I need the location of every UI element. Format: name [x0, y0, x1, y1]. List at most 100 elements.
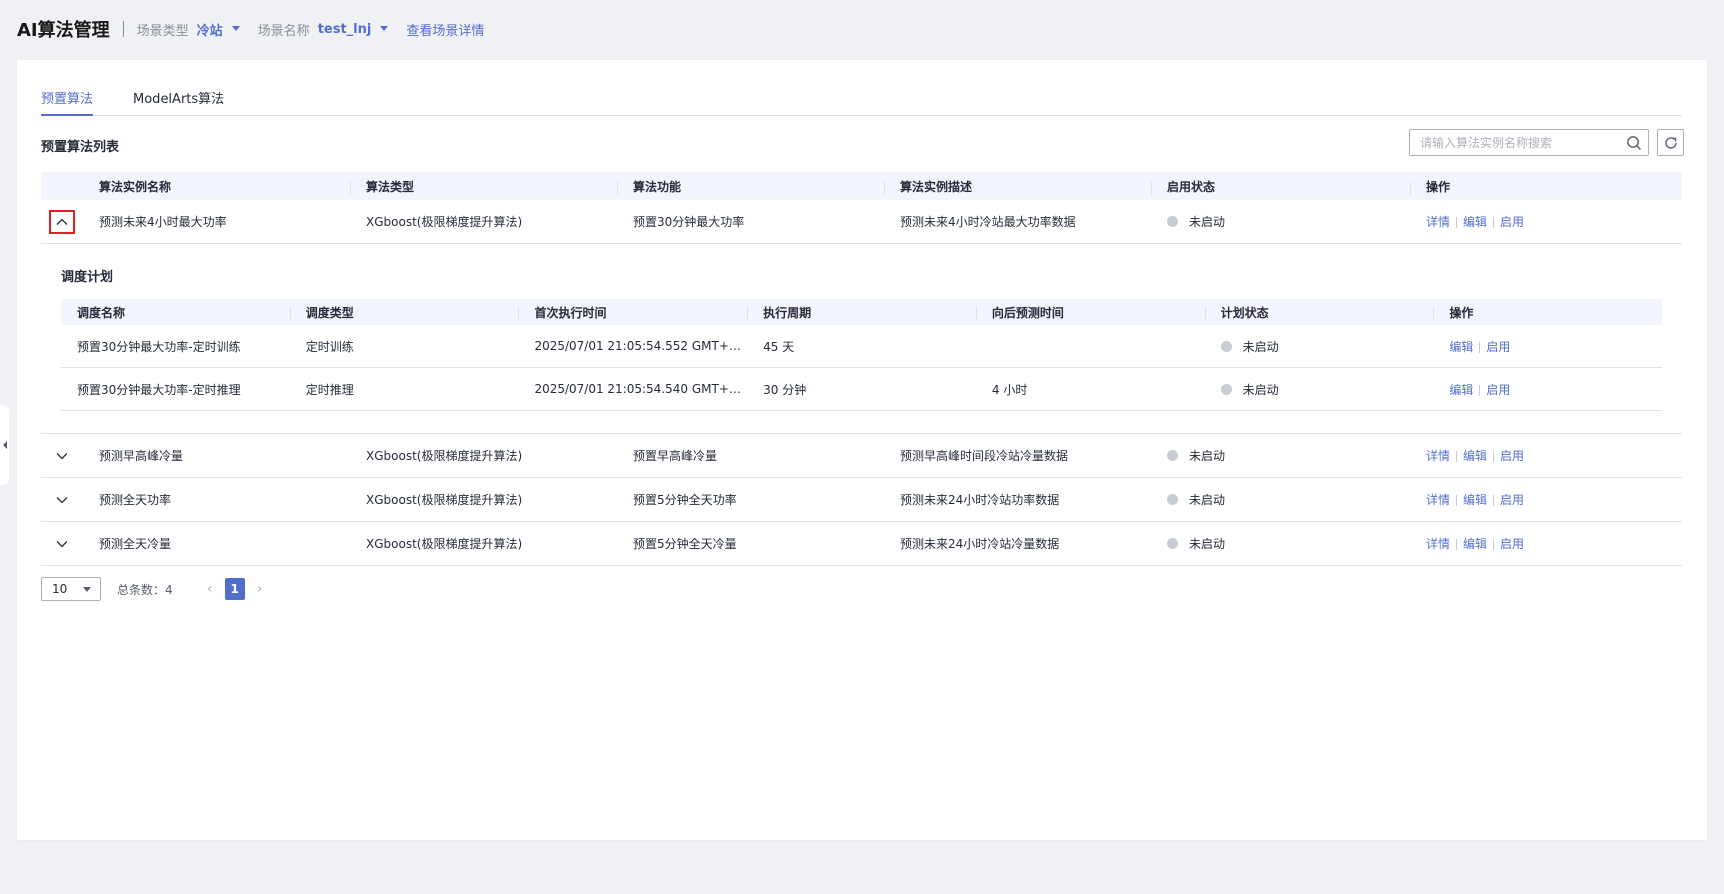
algorithm-function: 预置早高峰冷量 — [633, 449, 718, 463]
enable-link[interactable]: 启用 — [1500, 449, 1524, 463]
edit-link[interactable]: 编辑 — [1449, 383, 1473, 397]
operations-cell: 详情 编辑 启用 — [1410, 535, 1682, 552]
enable-link[interactable]: 启用 — [1500, 215, 1524, 229]
table-row: 预测全天冷量 XGboost(极限梯度提升算法) 预置5分钟全天冷量 预测未来2… — [41, 522, 1682, 566]
detail-link[interactable]: 详情 — [1426, 215, 1450, 229]
edit-link[interactable]: 编辑 — [1463, 215, 1487, 229]
table-row: 预测早高峰冷量 XGboost(极限梯度提升算法) 预置早高峰冷量 预测早高峰时… — [41, 434, 1682, 478]
column-header: 计划状态 — [1204, 304, 1434, 321]
algorithm-name: 预测未来4小时最大功率 — [99, 215, 227, 229]
column-header: 算法实例名称 — [99, 179, 172, 194]
status-text: 未启动 — [1242, 382, 1279, 397]
column-header: 操作 — [1410, 178, 1682, 195]
enable-link[interactable]: 启用 — [1500, 537, 1524, 551]
search-box — [1409, 129, 1649, 156]
schedule-table: 调度名称 调度类型 首次执行时间 执行周期 向后预测时间 计划状态 操作 预置3… — [61, 299, 1662, 411]
schedule-row: 预置30分钟最大功率-定时训练 定时训练 2025/07/01 21:05:54… — [61, 325, 1662, 368]
page-size-select[interactable]: 10 — [41, 577, 101, 601]
schedule-type: 定时推理 — [305, 382, 354, 397]
enable-link[interactable]: 启用 — [1486, 340, 1510, 354]
exec-period: 45 天 — [763, 339, 795, 354]
algorithm-type: XGboost(极限梯度提升算法) — [366, 537, 523, 551]
edit-link[interactable]: 编辑 — [1463, 493, 1487, 507]
pagination: 10 总条数：4 ‹ 1 › — [41, 577, 267, 601]
refresh-button[interactable] — [1657, 129, 1684, 156]
section-title: 预置算法列表 — [41, 140, 120, 155]
detail-link[interactable]: 详情 — [1426, 493, 1450, 507]
enable-link[interactable]: 启用 — [1486, 383, 1510, 397]
edit-link[interactable]: 编辑 — [1449, 340, 1473, 354]
detail-link[interactable]: 详情 — [1426, 537, 1450, 551]
algorithm-function: 预置5分钟全天功率 — [633, 493, 737, 507]
caret-left-icon — [2, 441, 7, 449]
table-row: 预测未来4小时最大功率 XGboost(极限梯度提升算法) 预置30分钟最大功率… — [41, 200, 1682, 244]
schedule-operations: 编辑 启用 — [1433, 381, 1662, 398]
expand-row-button[interactable] — [49, 532, 75, 556]
algorithm-type: XGboost(极限梯度提升算法) — [366, 493, 523, 507]
page-number-current[interactable]: 1 — [224, 578, 245, 600]
sidebar-collapse-handle[interactable] — [0, 405, 9, 485]
algorithm-name: 预测早高峰冷量 — [99, 449, 184, 463]
column-header: 算法类型 — [350, 178, 617, 195]
main-card: 预置算法 ModelArts算法 预置算法列表 算法实例名称 算法类型 算法功能… — [17, 60, 1707, 840]
first-exec-time: 2025/07/01 21:05:54.540 GMT+08... — [534, 382, 748, 396]
column-header: 操作 — [1433, 304, 1662, 321]
predict-time: 4 小时 — [991, 382, 1028, 397]
algorithm-table: 算法实例名称 算法类型 算法功能 算法实例描述 启用状态 操作 预测未来4小时最… — [41, 172, 1682, 566]
page-title: AI算法管理 — [17, 20, 110, 41]
page-header: AI算法管理 场景类型 冷站 场景名称 test_lnj 查看场景详情 — [17, 14, 484, 44]
column-header: 执行周期 — [747, 304, 976, 321]
schedule-name: 预置30分钟最大功率-定时训练 — [77, 339, 241, 354]
expand-row-button[interactable] — [49, 444, 75, 468]
algorithm-description: 预测未来4小时冷站最大功率数据 — [900, 215, 1076, 229]
column-header: 调度类型 — [289, 304, 519, 321]
status-cell: 未启动 — [1151, 213, 1410, 230]
chevron-down-icon — [56, 496, 68, 503]
schedule-operations: 编辑 启用 — [1433, 338, 1662, 355]
algorithm-name: 预测全天冷量 — [99, 537, 172, 551]
status-cell: 未启动 — [1151, 535, 1410, 552]
prev-page-icon[interactable]: ‹ — [203, 581, 217, 597]
scene-type-select[interactable]: 冷站 — [197, 20, 223, 39]
search-input[interactable] — [1420, 135, 1616, 150]
collapse-row-button[interactable] — [49, 209, 75, 234]
operations-cell: 详情 编辑 启用 — [1410, 491, 1682, 508]
edit-link[interactable]: 编辑 — [1463, 537, 1487, 551]
column-header: 算法功能 — [617, 178, 884, 195]
status-dot — [1167, 538, 1178, 549]
column-header: 调度名称 — [77, 305, 126, 320]
algorithm-function: 预置5分钟全天冷量 — [633, 537, 737, 551]
expand-row-button[interactable] — [49, 488, 75, 512]
algorithm-description: 预测早高峰时间段冷站冷量数据 — [900, 449, 1069, 463]
enable-link[interactable]: 启用 — [1500, 493, 1524, 507]
status-dot — [1167, 494, 1178, 505]
scene-name-select[interactable]: test_lnj — [318, 22, 372, 37]
exec-period: 30 分钟 — [763, 382, 807, 397]
schedule-name: 预置30分钟最大功率-定时推理 — [77, 382, 241, 397]
page-size-value: 10 — [52, 582, 68, 596]
tab-modelarts-algorithm[interactable]: ModelArts算法 — [133, 88, 224, 116]
chevron-down-icon[interactable] — [231, 25, 240, 31]
search-icon[interactable] — [1626, 135, 1642, 151]
edit-link[interactable]: 编辑 — [1463, 449, 1487, 463]
status-dot — [1220, 383, 1232, 395]
algorithm-description: 预测未来24小时冷站冷量数据 — [900, 537, 1060, 551]
view-scene-detail-link[interactable]: 查看场景详情 — [406, 20, 484, 39]
detail-link[interactable]: 详情 — [1426, 449, 1450, 463]
tab-preset-algorithm[interactable]: 预置算法 — [41, 88, 94, 116]
next-page-icon[interactable]: › — [253, 581, 267, 597]
algorithm-type: XGboost(极限梯度提升算法) — [366, 449, 523, 463]
status-text: 未启动 — [1242, 339, 1279, 354]
refresh-icon — [1664, 136, 1677, 149]
algorithm-description: 预测未来24小时冷站功率数据 — [900, 493, 1060, 507]
algorithm-function: 预置30分钟最大功率 — [633, 215, 745, 229]
status-text: 未启动 — [1189, 215, 1226, 229]
column-header: 向后预测时间 — [975, 304, 1205, 321]
chevron-down-icon — [56, 540, 68, 547]
chevron-down-icon[interactable] — [380, 25, 389, 31]
status-cell: 未启动 — [1151, 491, 1410, 508]
status-dot — [1167, 450, 1178, 461]
algorithm-name: 预测全天功率 — [99, 493, 172, 507]
column-header: 算法实例描述 — [884, 178, 1151, 195]
chevron-up-icon — [56, 218, 68, 225]
